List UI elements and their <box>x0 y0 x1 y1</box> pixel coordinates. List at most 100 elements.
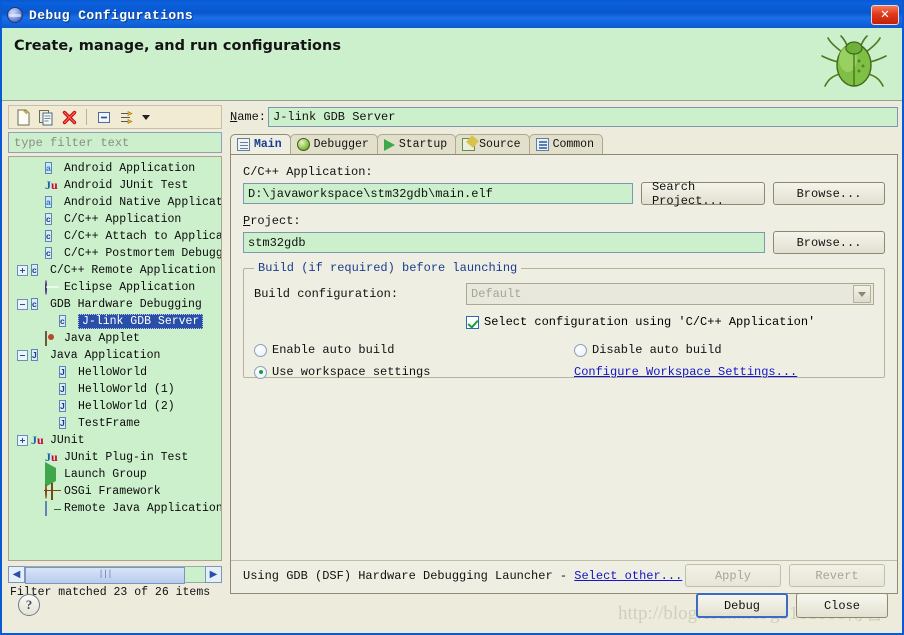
filter-icon[interactable] <box>117 107 137 127</box>
build-configuration-select[interactable]: Default <box>466 283 874 305</box>
red-x-icon[interactable] <box>59 107 79 127</box>
tree-item[interactable]: J HelloWorld (1) <box>9 381 221 398</box>
tree-item[interactable]: Ju Android JUnit Test <box>9 177 221 194</box>
tab-debugger[interactable]: Debugger <box>289 134 378 154</box>
radio-disable-auto-build[interactable]: Disable auto build <box>574 343 874 357</box>
select-configuration-checkbox[interactable] <box>466 315 479 329</box>
tree-item[interactable]: c C/C++ Remote Application <box>9 262 221 279</box>
collapse-all-icon[interactable] <box>94 107 114 127</box>
close-button[interactable]: Close <box>796 593 888 618</box>
close-button-label: Close <box>823 598 860 613</box>
tree-item[interactable]: J HelloWorld (2) <box>9 398 221 415</box>
tree-item[interactable]: J HelloWorld <box>9 364 221 381</box>
configurations-tree[interactable]: a Android Application Ju Android JUnit Test… <box>8 156 222 561</box>
tree-item[interactable]: J Java Application <box>9 347 221 364</box>
scrollbar-track[interactable] <box>25 565 205 584</box>
dialog-footer: ? http://blog.csdn.net/g5101088博客 Debug … <box>2 588 902 633</box>
tree-item[interactable]: a Android Native Application <box>9 194 221 211</box>
name-value: J-link GDB Server <box>273 109 396 124</box>
java-applet-icon <box>45 330 60 346</box>
tree-item[interactable]: c J-link GDB Server <box>9 313 221 330</box>
copy-icon[interactable] <box>36 107 56 127</box>
configurations-panel: type filter text a Android Application Ju A… <box>8 105 222 599</box>
launcher-status-text: Using GDB (DSF) Hardware Debugging Launc… <box>243 568 568 583</box>
tab-label: Main <box>254 138 282 151</box>
collapse-icon[interactable] <box>17 350 28 361</box>
toolbar-separator <box>86 109 87 125</box>
c-file-icon: c <box>45 212 52 225</box>
tree-item[interactable]: c C/C++ Attach to Applicatio <box>9 228 221 245</box>
build-group-title: Build (if required) before launching <box>254 261 522 275</box>
chevron-down-icon[interactable] <box>853 285 871 303</box>
browse-application-button[interactable]: Browse... <box>773 182 885 205</box>
tree-item[interactable]: J TestFrame <box>9 415 221 432</box>
configure-workspace-settings-link[interactable]: Configure Workspace Settings... <box>574 365 797 379</box>
select-other-link[interactable]: Select other... <box>574 569 682 583</box>
expand-icon[interactable] <box>17 265 28 276</box>
browse-project-button[interactable]: Browse... <box>773 231 885 254</box>
tree-item-label: Java Applet <box>64 332 140 345</box>
debug-button[interactable]: Debug <box>696 593 788 618</box>
filter-input[interactable]: type filter text <box>8 132 222 153</box>
tab-label: Debugger <box>313 138 369 151</box>
search-project-button[interactable]: Search Project... <box>640 180 765 208</box>
tree-item-label: Android Application <box>64 162 196 175</box>
tab-startup[interactable]: Startup <box>376 134 457 154</box>
tree-item[interactable]: Eclipse Application <box>9 279 221 296</box>
tab-source[interactable]: Source <box>455 134 530 154</box>
build-configuration-value: Default <box>471 287 522 301</box>
tree-item[interactable]: Ju JUnit Plug-in Test <box>9 449 221 466</box>
tree-item[interactable]: c C/C++ Application <box>9 211 221 228</box>
android-icon: a <box>45 161 52 174</box>
common-icon <box>535 138 549 151</box>
debug-button-label: Debug <box>723 598 760 613</box>
apply-button[interactable]: Apply <box>685 564 781 587</box>
tree-item[interactable]: a Android Application <box>9 160 221 177</box>
radio-use-workspace-label: Use workspace settings <box>272 365 431 379</box>
tree-item[interactable]: Java Applet <box>9 330 221 347</box>
question-mark-icon[interactable]: ? <box>18 594 40 616</box>
radio-enable-auto-build[interactable]: Enable auto build <box>254 343 574 357</box>
application-label: C/C++ Application: <box>243 165 373 179</box>
radio-icon <box>254 343 267 357</box>
debug-config-icon <box>7 7 23 23</box>
project-input[interactable]: stm32gdb <box>243 232 765 253</box>
scroll-left-icon[interactable]: ◀ <box>8 565 25 583</box>
application-value: D:\javaworkspace\stm32gdb\main.elf <box>248 186 493 201</box>
expand-icon[interactable] <box>17 435 28 446</box>
filter-placeholder: type filter text <box>14 135 130 150</box>
tree-item[interactable]: c GDB Hardware Debugging <box>9 296 221 313</box>
configuration-editor: Name: J-link GDB Server Main Debugger Star… <box>230 106 898 594</box>
debug-configurations-dialog: Debug Configurations ✕ Create, manage, a… <box>0 0 904 635</box>
scroll-right-icon[interactable]: ▶ <box>205 565 222 583</box>
launcher-status: Using GDB (DSF) Hardware Debugging Launc… <box>243 569 682 583</box>
configure-workspace-row: Configure Workspace Settings... <box>574 365 874 379</box>
new-document-icon[interactable] <box>13 107 33 127</box>
scrollbar-thumb[interactable] <box>25 566 185 584</box>
tree-item-label: Eclipse Application <box>64 281 196 294</box>
document-icon <box>237 138 250 151</box>
tree-item[interactable]: OSGi Framework <box>9 483 221 500</box>
close-icon[interactable]: ✕ <box>871 5 899 25</box>
green-bug-icon <box>821 35 887 87</box>
tree-item-label: C/C++ Postmortem Debugger <box>64 247 222 260</box>
eclipse-globe-icon <box>45 279 60 295</box>
application-input[interactable]: D:\javaworkspace\stm32gdb\main.elf <box>243 183 633 204</box>
radio-use-workspace-settings[interactable]: Use workspace settings <box>254 365 574 379</box>
java-icon: J <box>59 399 66 412</box>
tree-horizontal-scrollbar[interactable]: ◀ ▶ <box>8 565 222 584</box>
name-input[interactable]: J-link GDB Server <box>268 106 898 127</box>
tab-common[interactable]: Common <box>528 134 603 154</box>
launcher-status-row: Using GDB (DSF) Hardware Debugging Launc… <box>243 564 885 587</box>
tree-item[interactable]: c C/C++ Postmortem Debugger <box>9 245 221 262</box>
tree-item[interactable]: Ju JUnit <box>9 432 221 449</box>
tree-item[interactable]: Remote Java Application <box>9 500 221 517</box>
tab-main[interactable]: Main <box>230 134 291 154</box>
radio-icon <box>574 343 587 357</box>
revert-button[interactable]: Revert <box>789 564 885 587</box>
tree-item[interactable]: Launch Group <box>9 461 221 487</box>
auto-build-options: Enable auto build Disable auto build Use… <box>254 343 874 379</box>
chevron-down-icon[interactable] <box>142 114 150 120</box>
radio-icon-selected <box>254 365 267 379</box>
collapse-icon[interactable] <box>17 299 28 310</box>
